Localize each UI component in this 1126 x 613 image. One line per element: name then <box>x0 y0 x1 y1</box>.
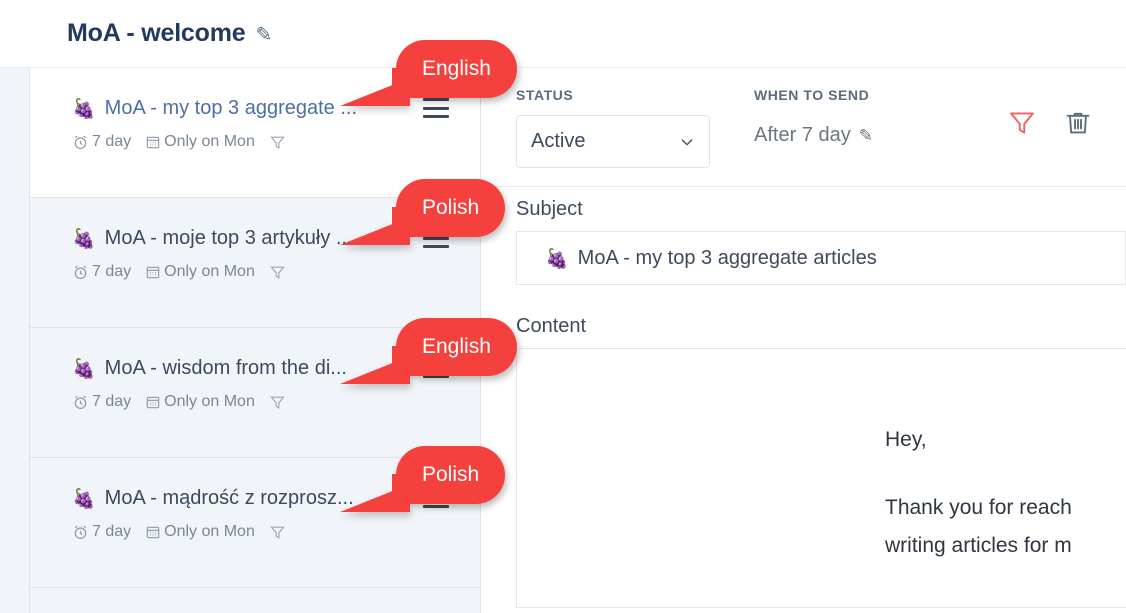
when-to-send-label: WHEN TO SEND <box>754 87 873 103</box>
hamburger-bar <box>423 505 449 508</box>
annotation-callout-label: English <box>422 57 491 81</box>
calendar-icon <box>145 264 161 280</box>
schedule-text: Only on Mon <box>164 133 255 151</box>
list-item-menu-button[interactable] <box>423 98 449 118</box>
delay-text: 7 day <box>92 523 131 541</box>
list-item-label: MoA - my top 3 aggregate ... <box>105 96 357 120</box>
annotation-callout: English <box>396 318 517 376</box>
detail-panel: STATUS Active WHEN TO SEND After 7 day <box>482 68 1126 613</box>
detail-toolbar: STATUS Active WHEN TO SEND After 7 day <box>482 68 1126 187</box>
alarm-clock-icon <box>72 394 89 411</box>
annotation-callout: Polish <box>396 446 505 504</box>
annotation-callout-label: English <box>422 335 491 359</box>
schedule-text: Only on Mon <box>164 263 255 281</box>
alarm-clock-icon <box>72 264 89 281</box>
list-item-meta: 7 day Only on Mon <box>72 393 480 411</box>
detail-actions <box>1007 108 1093 138</box>
filter-icon[interactable] <box>1007 108 1037 138</box>
callout-tail-mask <box>392 207 422 237</box>
list-item-meta: 7 day Only on Mon <box>72 263 480 281</box>
annotation-callout-label: Polish <box>422 463 479 487</box>
status-field: STATUS Active <box>516 87 710 168</box>
content-line: writing articles for m <box>885 527 1126 565</box>
page-header: MoA - welcome ✎ <box>0 0 1126 68</box>
grapes-icon: 🍇 <box>72 100 96 119</box>
when-to-send-value-row[interactable]: After 7 day ✎ <box>754 124 873 147</box>
left-rail <box>0 68 29 613</box>
list-item-title-row: 🍇 MoA - my top 3 aggregate ... <box>72 96 480 120</box>
callout-tail-mask <box>392 68 422 98</box>
trash-icon[interactable] <box>1063 108 1093 138</box>
content-field-group: Content Hey, Thank you for reach writing… <box>516 316 1126 608</box>
schedule-text: Only on Mon <box>164 523 255 541</box>
callout-tail-mask <box>392 346 422 376</box>
annotation-callout-label: Polish <box>422 196 479 220</box>
subject-value-row: 🍇 MoA - my top 3 aggregate articles <box>545 247 877 270</box>
content-line: Hey, <box>885 421 1126 459</box>
filter-icon[interactable] <box>269 394 286 411</box>
subject-value: MoA - my top 3 aggregate articles <box>578 247 877 270</box>
list-item-meta: 7 day Only on Mon <box>72 523 480 541</box>
grapes-icon: 🍇 <box>72 360 96 379</box>
list-item-label: MoA - wisdom from the di... <box>105 356 347 380</box>
alarm-clock-icon <box>72 524 89 541</box>
hamburger-bar <box>423 98 449 101</box>
subject-label: Subject <box>516 199 1126 219</box>
status-label: STATUS <box>516 87 710 103</box>
delay-text: 7 day <box>92 393 131 411</box>
delay-text: 7 day <box>92 263 131 281</box>
when-to-send-value: After 7 day <box>754 124 851 147</box>
calendar-icon <box>145 134 161 150</box>
list-item-label: MoA - moje top 3 artykuły ... <box>105 226 353 250</box>
body-area: 🍇 MoA - my top 3 aggregate ... 7 day <box>0 68 1126 613</box>
hamburger-bar <box>423 107 449 110</box>
list-item-label: MoA - mądrość z rozprosz... <box>105 486 354 510</box>
annotation-callout: Polish <box>396 179 505 237</box>
grapes-icon: 🍇 <box>545 250 569 269</box>
content-preview: Hey, Thank you for reach writing article… <box>885 421 1126 566</box>
status-select[interactable]: Active <box>516 115 710 168</box>
subject-field-group: Subject 🍇 MoA - my top 3 aggregate artic… <box>516 199 1126 285</box>
subject-input[interactable]: 🍇 MoA - my top 3 aggregate articles <box>516 231 1126 285</box>
calendar-icon <box>145 394 161 410</box>
content-editor[interactable]: Hey, Thank you for reach writing article… <box>516 348 1126 608</box>
calendar-icon <box>145 524 161 540</box>
grapes-icon: 🍇 <box>72 490 96 509</box>
filter-icon[interactable] <box>269 524 286 541</box>
delay-text: 7 day <box>92 133 131 151</box>
schedule-text: Only on Mon <box>164 393 255 411</box>
filter-icon[interactable] <box>269 134 286 151</box>
hamburger-bar <box>423 115 449 118</box>
content-line: Thank you for reach <box>885 489 1126 527</box>
pencil-icon[interactable]: ✎ <box>255 25 272 45</box>
content-label: Content <box>516 316 1126 336</box>
hamburger-bar <box>423 245 449 248</box>
alarm-clock-icon <box>72 134 89 151</box>
filter-icon[interactable] <box>269 264 286 281</box>
list-item[interactable] <box>30 588 480 613</box>
page-title: MoA - welcome <box>67 21 245 46</box>
app-root: MoA - welcome ✎ 🍇 MoA - my top 3 aggrega… <box>0 0 1126 613</box>
list-item-meta: 7 day Only on Mon <box>72 133 480 151</box>
chevron-down-icon <box>679 134 695 150</box>
annotation-callout: English <box>396 40 517 98</box>
pencil-icon[interactable]: ✎ <box>859 127 873 144</box>
grapes-icon: 🍇 <box>72 230 96 249</box>
when-to-send-field: WHEN TO SEND After 7 day ✎ <box>754 87 873 147</box>
status-value: Active <box>531 130 679 153</box>
callout-tail-mask <box>392 474 422 504</box>
